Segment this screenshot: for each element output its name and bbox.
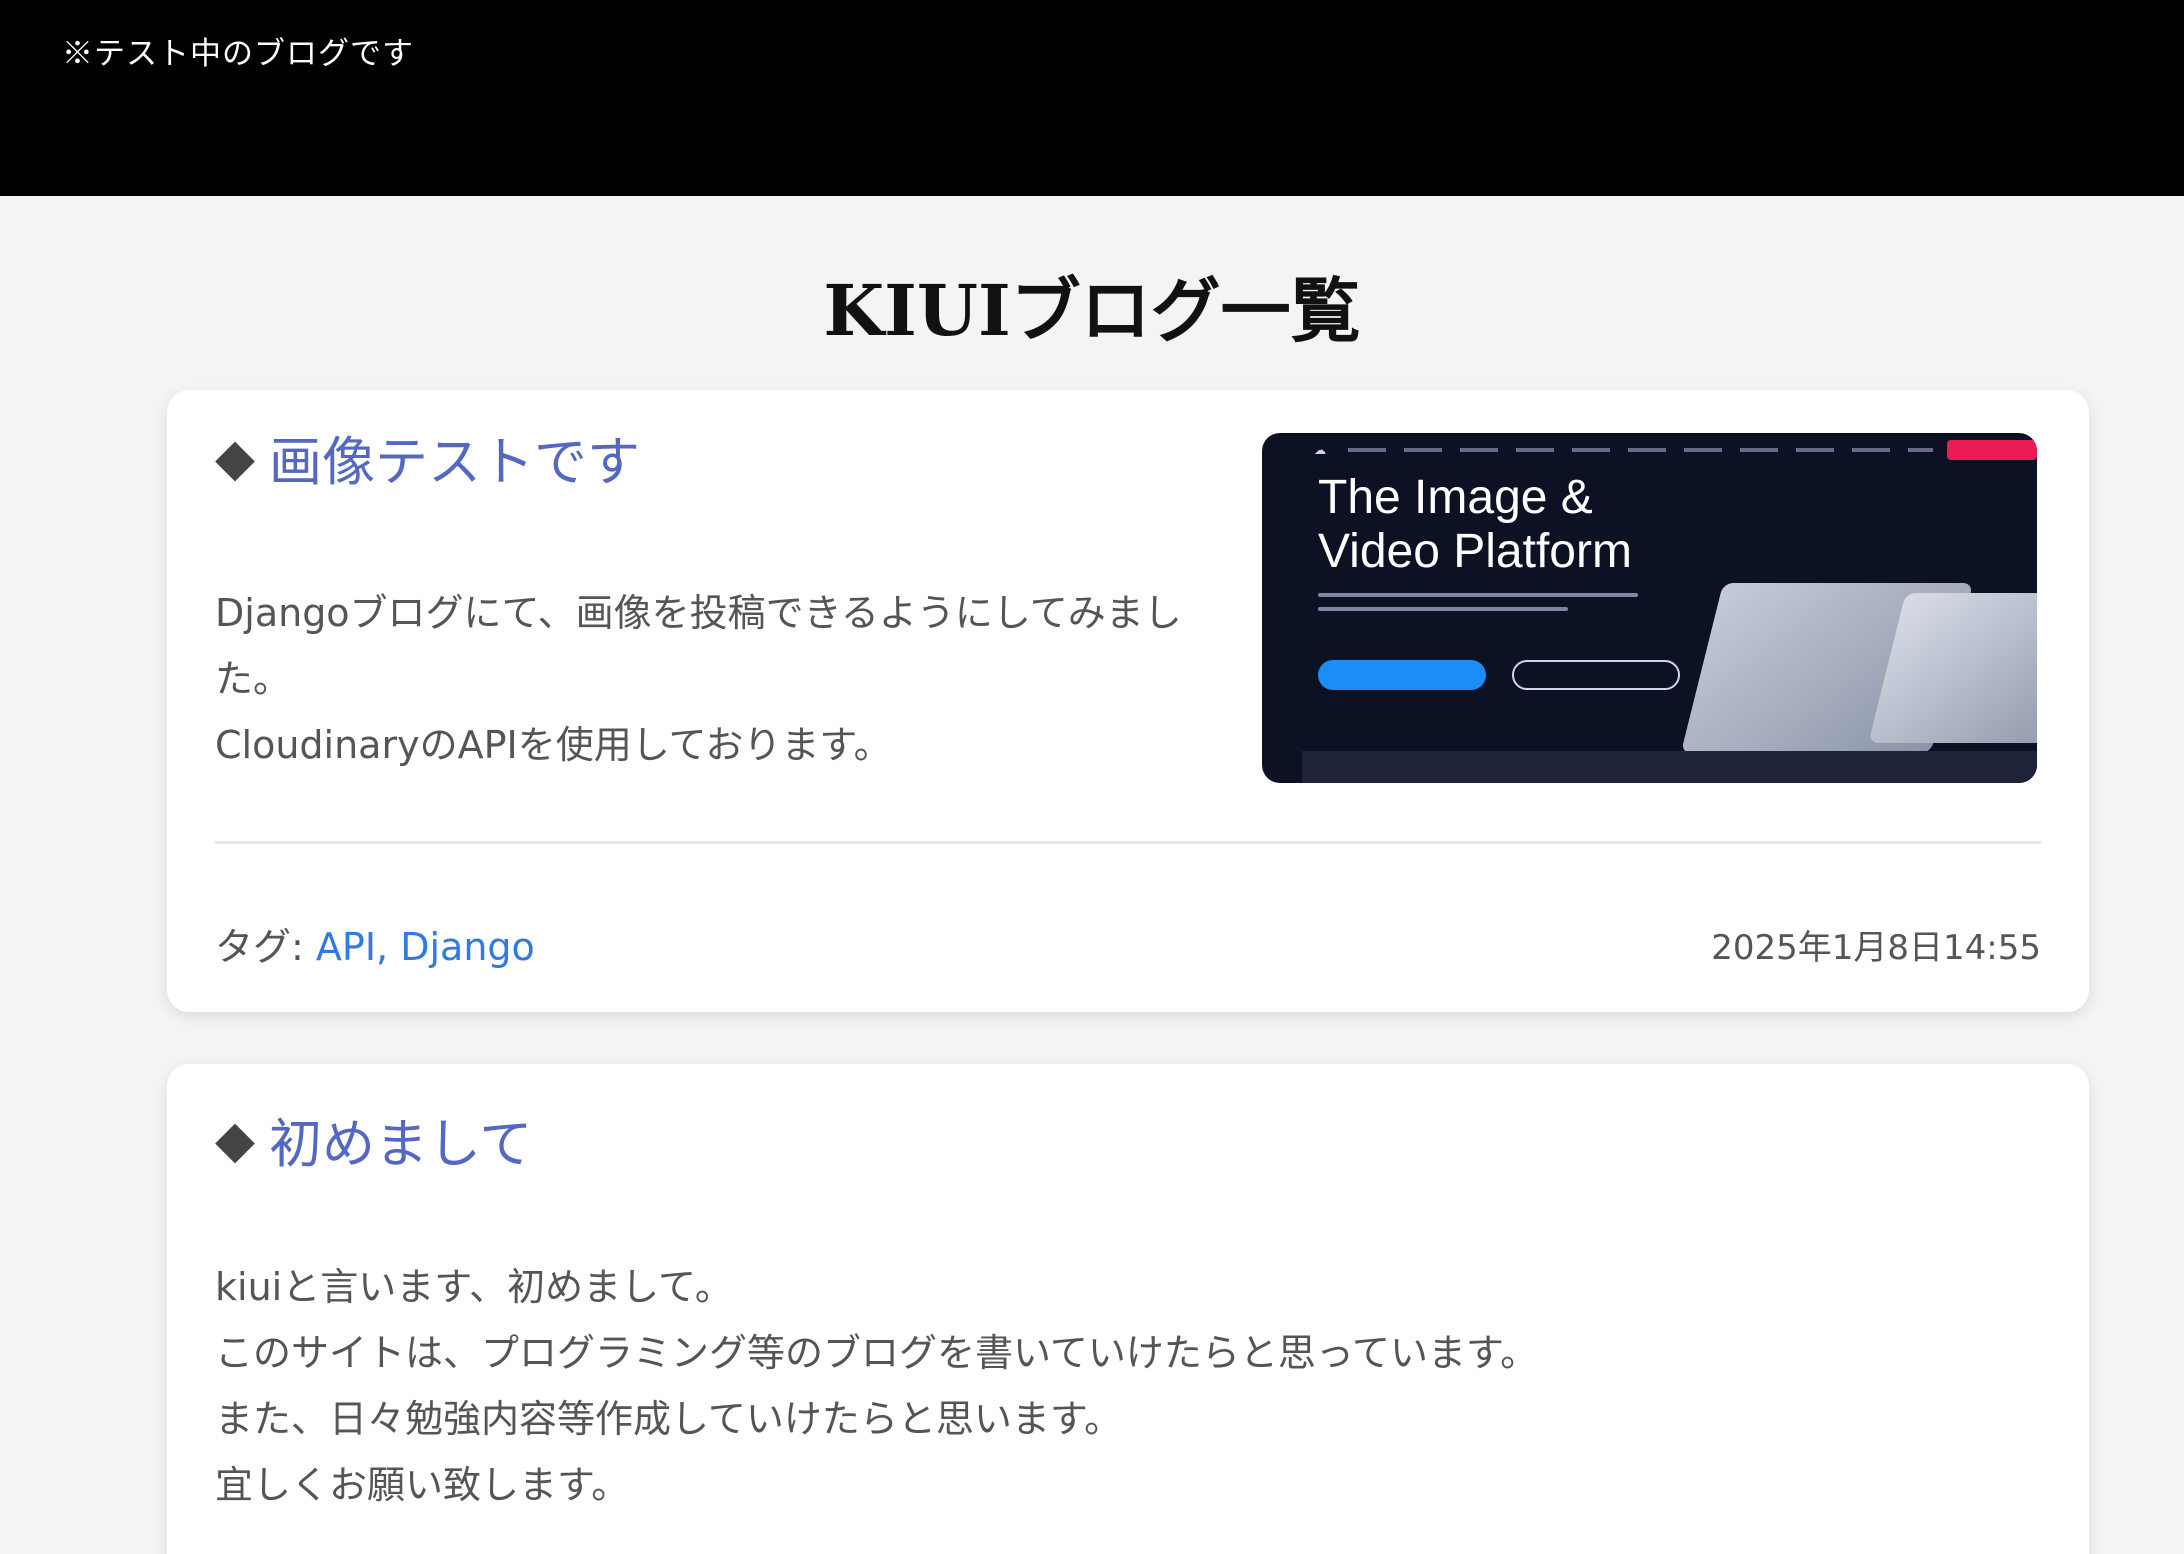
thumbnail-nav: ☁ [1262,433,2037,467]
thumbnail-logo-icon: ☁ [1314,443,1326,457]
thumbnail-headline-line: The Image & [1318,471,1593,524]
test-notice: ※テスト中のブログです [62,36,414,72]
excerpt-line: 宜しくお願い致します。 [215,1463,630,1507]
post-excerpt: kiuiと言います、初めまして。 このサイトは、プログラミング等のブログを書いて… [215,1254,1815,1518]
diamond-icon: ◆ [215,1110,255,1170]
post-date: 2025年1月8日14:55 [1711,928,2041,968]
post-excerpt: Djangoブログにて、画像を投稿できるようにしてみました。 Cloudinar… [215,580,1195,778]
thumbnail-cta-badge [1947,440,2037,460]
post-title-link[interactable]: 初めまして [269,1102,532,1178]
excerpt-line: また、日々勉強内容等作成していけたらと思います。 [215,1397,1123,1441]
excerpt-line: Djangoブログにて、画像を投稿できるようにしてみました。 [215,591,1182,701]
post-tags: タグ: API, Django [215,916,535,971]
tags-label: タグ: [215,925,304,969]
site-header: ※テスト中のブログです [0,0,2184,196]
thumbnail-headline-line: Video Platform [1318,525,1632,578]
excerpt-line: このサイトは、プログラミング等のブログを書いていけたらと思っています。 [215,1331,1539,1375]
tag-link-api[interactable]: API [316,925,376,969]
post-title: ◆ 初めまして [215,1102,532,1178]
post-card: ◆ 初めまして kiuiと言います、初めまして。 このサイトは、プログラミング等… [167,1064,2089,1554]
post-card: ◆ 画像テストです Djangoブログにて、画像を投稿できるようにしてみました。… [167,390,2089,1012]
thumbnail-primary-button [1318,660,1486,690]
thumbnail-headline: The Image & Video Platform [1318,471,1632,579]
thumbnail-bottom-bar [1302,751,2037,783]
excerpt-line: kiuiと言います、初めまして。 [215,1265,733,1309]
post-title-link[interactable]: 画像テストです [269,420,640,496]
tag-link-django[interactable]: Django [400,925,535,969]
thumbnail-subtext [1318,593,1648,623]
page-title: KIUIブログ一覧 [823,269,1361,352]
excerpt-line: CloudinaryのAPIを使用しております。 [215,723,892,767]
diamond-icon: ◆ [215,428,255,488]
tag-separator: , [376,925,389,969]
card-divider [215,841,2041,844]
post-title: ◆ 画像テストです [215,420,640,496]
thumbnail-secondary-button [1512,660,1680,690]
thumbnail-nav-links [1348,448,1933,452]
post-thumbnail[interactable]: ☁ The Image & Video Platform [1262,433,2037,783]
